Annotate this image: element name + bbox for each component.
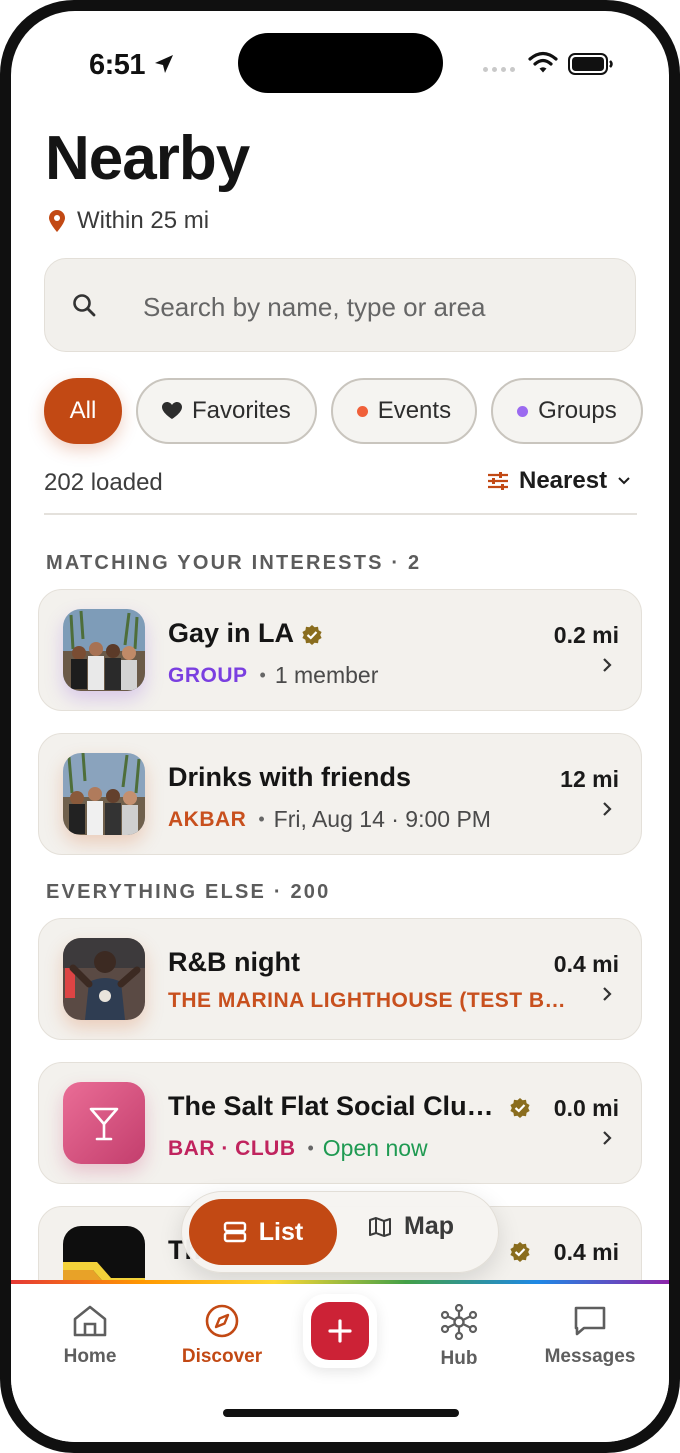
item-title: Gay in LA bbox=[168, 618, 295, 648]
verified-badge-icon bbox=[510, 1098, 530, 1118]
group-photo-thumbnail bbox=[63, 753, 145, 835]
item-title: Drinks with friends bbox=[168, 762, 412, 792]
chip-all[interactable]: All bbox=[44, 378, 122, 444]
sort-dropdown[interactable]: Nearest bbox=[487, 467, 631, 495]
item-subtitle: GROUP • 1 member bbox=[168, 662, 379, 688]
events-dot-icon bbox=[356, 405, 368, 417]
item-subtitle: BAR · CLUB • Open now bbox=[168, 1135, 428, 1161]
divider bbox=[44, 513, 637, 515]
dynamic-island bbox=[238, 33, 443, 93]
search-input[interactable] bbox=[141, 283, 605, 331]
person-photo-thumbnail bbox=[63, 938, 145, 1020]
item-venue-tag: AKBAR bbox=[168, 807, 247, 831]
verified-badge-icon bbox=[302, 625, 322, 645]
chevron-right-icon bbox=[603, 1131, 612, 1145]
heart-icon bbox=[162, 402, 182, 419]
chip-events-label: Events bbox=[377, 397, 452, 424]
item-meta: 1 member bbox=[274, 662, 379, 688]
item-title: The Salt Flat Social Clu… bbox=[168, 1091, 494, 1121]
map-view-button[interactable]: Map bbox=[368, 1212, 454, 1241]
list-item[interactable]: The Salt Flat Social Clu… BAR · CLUB • O… bbox=[38, 1062, 642, 1184]
tab-bar: Home Discover Hub Messages bbox=[11, 1284, 669, 1442]
venue-thumbnail bbox=[63, 1082, 145, 1164]
device-frame: 6:51 Nearby Within 25 mi All Favorites E… bbox=[0, 0, 680, 1453]
sort-label: Nearest bbox=[519, 467, 608, 494]
tab-hub[interactable]: Hub bbox=[399, 1304, 519, 1370]
item-distance: 0.4 mi bbox=[553, 1239, 619, 1265]
chip-favorites-label: Favorites bbox=[192, 397, 291, 424]
open-status: Open now bbox=[322, 1135, 428, 1161]
sliders-icon bbox=[488, 472, 508, 490]
message-icon bbox=[574, 1306, 606, 1336]
search-icon bbox=[73, 294, 96, 317]
location-arrow-icon bbox=[155, 55, 173, 73]
item-distance: 0.0 mi bbox=[553, 1095, 619, 1121]
list-item[interactable]: R&B night THE MARINA LIGHTHOUSE (TEST B…… bbox=[38, 918, 642, 1040]
chevron-right-icon bbox=[603, 658, 612, 672]
section-header-everything-else: EVERYTHING ELSE · 200 bbox=[46, 881, 331, 903]
compass-icon bbox=[205, 1304, 239, 1338]
chip-all-label: All bbox=[69, 397, 97, 424]
home-icon bbox=[73, 1305, 107, 1337]
chip-events[interactable]: Events bbox=[330, 378, 478, 444]
item-subtitle: AKBAR • Fri, Aug 14 · 9:00 PM bbox=[168, 806, 491, 832]
status-time: 6:51 bbox=[89, 49, 146, 81]
cellular-signal-icon bbox=[483, 67, 515, 72]
chip-favorites[interactable]: Favorites bbox=[136, 378, 317, 444]
app-screen: 6:51 Nearby Within 25 mi All Favorites E… bbox=[11, 11, 669, 1442]
tab-discover-label: Discover bbox=[181, 1346, 263, 1367]
chevron-right-icon bbox=[603, 987, 612, 1001]
hub-icon bbox=[440, 1304, 478, 1340]
cocktail-icon bbox=[89, 1107, 119, 1141]
tab-discover[interactable]: Discover bbox=[162, 1304, 282, 1368]
item-venue-tag: THE MARINA LIGHTHOUSE (TEST B… bbox=[168, 989, 567, 1012]
home-indicator bbox=[223, 1409, 459, 1417]
group-photo-thumbnail bbox=[63, 609, 145, 691]
section-header-matching: MATCHING YOUR INTERESTS · 2 bbox=[46, 552, 422, 574]
create-button[interactable] bbox=[303, 1294, 377, 1368]
filter-chips: All Favorites Events Groups bbox=[44, 378, 643, 446]
list-icon bbox=[223, 1221, 246, 1243]
list-item[interactable]: Drinks with friends AKBAR • Fri, Aug 14 … bbox=[38, 733, 642, 855]
location-radius[interactable]: Within 25 mi bbox=[49, 207, 209, 235]
chevron-down-icon bbox=[618, 477, 630, 485]
groups-dot-icon bbox=[517, 405, 529, 417]
chip-groups[interactable]: Groups bbox=[491, 378, 643, 444]
loaded-count: 202 loaded bbox=[44, 469, 163, 496]
verified-badge-icon bbox=[510, 1242, 530, 1262]
item-category-tag: BAR · CLUB bbox=[168, 1136, 296, 1160]
radius-label: Within 25 mi bbox=[77, 207, 210, 234]
item-category-tag: GROUP bbox=[168, 663, 248, 687]
search-bar[interactable] bbox=[44, 258, 636, 352]
tab-messages-label: Messages bbox=[544, 1346, 636, 1367]
item-distance: 0.4 mi bbox=[553, 951, 619, 977]
item-subtitle: THE MARINA LIGHTHOUSE (TEST B… bbox=[168, 989, 566, 1013]
map-pin-icon bbox=[49, 210, 65, 232]
list-view-button[interactable]: List bbox=[189, 1199, 337, 1265]
list-label: List bbox=[258, 1217, 304, 1246]
tab-messages[interactable]: Messages bbox=[530, 1304, 650, 1368]
chip-groups-label: Groups bbox=[538, 397, 617, 424]
view-toggle: List Map bbox=[181, 1191, 499, 1273]
item-distance: 0.2 mi bbox=[553, 622, 619, 648]
tab-hub-label: Hub bbox=[440, 1348, 478, 1369]
list-item[interactable]: Gay in LA GROUP • 1 member 0.2 mi bbox=[38, 589, 642, 711]
item-distance: 12 mi bbox=[560, 766, 619, 792]
chevron-right-icon bbox=[603, 802, 612, 816]
page-title: Nearby bbox=[45, 124, 250, 193]
item-title: R&B night bbox=[168, 947, 300, 977]
map-label: Map bbox=[404, 1212, 454, 1240]
wifi-icon bbox=[528, 51, 558, 73]
item-meta: Fri, Aug 14 · 9:00 PM bbox=[273, 806, 491, 832]
plus-icon bbox=[328, 1319, 352, 1343]
tab-home-label: Home bbox=[63, 1346, 117, 1367]
tab-home[interactable]: Home bbox=[30, 1304, 150, 1368]
map-icon bbox=[369, 1216, 391, 1237]
battery-icon bbox=[568, 53, 613, 75]
